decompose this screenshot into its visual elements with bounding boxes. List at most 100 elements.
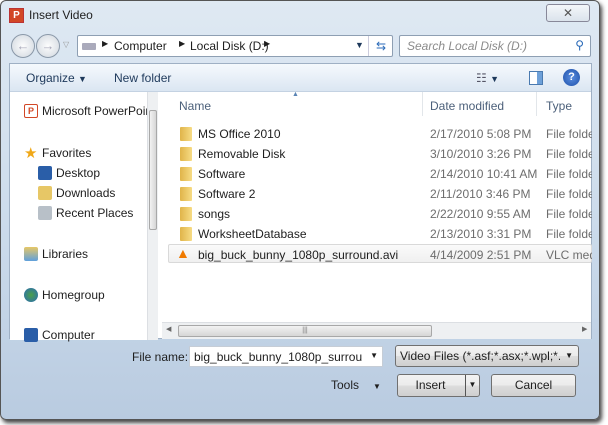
insert-dropdown-arrow[interactable]: ▼ xyxy=(465,375,479,396)
insert-video-dialog: P Insert Video ✕ ← → ▽ ▶ Computer ▶ Loca… xyxy=(0,0,600,420)
file-row[interactable]: MS Office 2010 2/17/2010 5:08 PM File fold… xyxy=(172,124,592,143)
folder-icon xyxy=(180,187,192,201)
file-name-input[interactable]: big_buck_bunny_1080p_surround.avi ▼ xyxy=(189,346,383,367)
address-bar[interactable]: ▶ Computer ▶ Local Disk (D:) ▶ ▼ ⇆ xyxy=(77,35,393,57)
command-bar: Organize ▼ New folder ☷ ▼ ? xyxy=(10,64,591,92)
chevron-right-icon: ▶ xyxy=(102,39,109,48)
refresh-icon[interactable]: ⇆ xyxy=(368,36,393,56)
file-name: big_buck_bunny_1080p_surround.avi xyxy=(198,248,399,262)
file-type-value: Video Files (*.asf;*.asx;*.wpl;*.wm xyxy=(400,349,560,363)
recent-pages-dropdown[interactable]: ▽ xyxy=(63,40,69,49)
file-type: File folder xyxy=(546,147,592,161)
folder-icon xyxy=(180,147,192,161)
file-date: 4/14/2009 2:51 PM xyxy=(430,248,532,262)
scroll-right-arrow[interactable]: ▶ xyxy=(582,325,587,333)
file-name: Removable Disk xyxy=(198,147,286,161)
sort-ascending-icon: ▲ xyxy=(292,91,299,98)
nav-label: Favorites xyxy=(42,146,92,160)
powerpoint-app-icon: P xyxy=(9,8,24,23)
file-date: 3/10/2010 3:26 PM xyxy=(430,147,532,161)
file-type: VLC media file xyxy=(546,248,592,262)
column-header-date[interactable]: Date modified xyxy=(430,99,504,113)
insert-label: Insert xyxy=(415,378,446,392)
horizontal-scrollbar[interactable]: ◀ ||| ▶ xyxy=(162,322,591,339)
homegroup-icon xyxy=(24,288,38,302)
nav-label: Homegroup xyxy=(42,288,105,302)
column-divider[interactable] xyxy=(536,92,537,116)
folder-icon xyxy=(180,167,192,181)
file-name: WorksheetDatabase xyxy=(198,227,307,241)
folder-icon xyxy=(180,227,192,241)
cancel-button[interactable]: Cancel xyxy=(491,374,576,397)
libraries-icon xyxy=(24,247,38,261)
close-button[interactable]: ✕ xyxy=(546,4,590,22)
nav-label: Libraries xyxy=(42,247,89,261)
chevron-right-icon: ▶ xyxy=(264,39,271,48)
folder-icon xyxy=(180,127,192,141)
address-dropdown[interactable]: ▼ xyxy=(355,40,364,50)
tools-button[interactable]: Tools ▼ xyxy=(331,378,381,392)
file-row[interactable]: Software 2/14/2010 10:41 AM File folder xyxy=(172,164,592,183)
file-row[interactable]: Removable Disk 3/10/2010 3:26 PM File fold… xyxy=(172,144,592,163)
window-title: Insert Video xyxy=(29,8,93,22)
downloads-icon xyxy=(38,186,52,200)
chevron-down-icon: ▼ xyxy=(78,74,87,84)
column-header-type[interactable]: Type xyxy=(546,99,592,113)
search-input[interactable]: Search Local Disk (D:) ⚲ xyxy=(399,35,591,57)
file-name: songs xyxy=(198,207,231,221)
file-row[interactable]: Software 2 2/11/2010 3:46 PM File folder xyxy=(172,184,592,203)
file-list: ▲ Name Date modified Type MS Office 2010… xyxy=(162,91,592,322)
help-icon[interactable]: ? xyxy=(563,69,580,86)
tools-label: Tools xyxy=(331,378,360,392)
vlc-cone-icon: ▲ xyxy=(176,245,190,261)
file-name: MS Office 2010 xyxy=(198,127,281,141)
forward-button[interactable]: → xyxy=(36,34,60,58)
powerpoint-icon: P xyxy=(24,104,38,118)
file-row[interactable]: songs 2/22/2010 9:55 AM File folder xyxy=(172,204,592,223)
recent-places-icon xyxy=(38,206,52,220)
scrollbar-thumb[interactable]: ||| xyxy=(178,325,432,337)
file-date: 2/22/2010 9:55 AM xyxy=(430,207,531,221)
view-options-icon[interactable]: ☷ ▼ xyxy=(476,71,499,85)
chevron-down-icon: ▼ xyxy=(373,382,381,391)
file-name: Software xyxy=(198,167,246,181)
browser-pane: Organize ▼ New folder ☷ ▼ ? P Microsoft P… xyxy=(9,63,592,342)
nav-label: Downloads xyxy=(56,186,116,200)
computer-icon xyxy=(24,328,38,342)
nav-label: Computer xyxy=(42,328,95,342)
chevron-down-icon[interactable]: ▼ xyxy=(370,351,378,360)
file-type-select[interactable]: Video Files (*.asf;*.asx;*.wpl;*.wm ▼ xyxy=(395,345,579,367)
file-name-value: big_buck_bunny_1080p_surround.avi xyxy=(194,350,362,364)
scroll-left-arrow[interactable]: ◀ xyxy=(166,325,171,333)
nav-label: Microsoft PowerPoint xyxy=(42,104,147,118)
file-date: 2/11/2010 3:46 PM xyxy=(430,187,531,201)
breadcrumb-local-disk[interactable]: Local Disk (D:) xyxy=(190,39,269,53)
column-header-name[interactable]: Name xyxy=(179,99,211,113)
search-icon[interactable]: ⚲ xyxy=(575,38,584,52)
navigation-pane: P Microsoft PowerPoint ★ Favorites Desktop… xyxy=(10,92,147,342)
file-name: Software 2 xyxy=(198,187,256,201)
file-row[interactable]: WorksheetDatabase 2/13/2010 3:31 PM File f… xyxy=(172,224,592,243)
star-icon: ★ xyxy=(24,145,38,162)
desktop-icon xyxy=(38,166,52,180)
file-date: 2/13/2010 3:31 PM xyxy=(430,227,532,241)
file-type: File folder xyxy=(546,127,592,141)
preview-pane-icon[interactable] xyxy=(529,71,543,85)
scrollbar-thumb[interactable] xyxy=(149,110,157,230)
nav-vertical-scrollbar[interactable] xyxy=(147,92,158,340)
organize-button[interactable]: Organize ▼ xyxy=(26,71,87,85)
drive-icon xyxy=(82,43,96,50)
file-date: 2/17/2010 5:08 PM xyxy=(430,127,532,141)
back-button[interactable]: ← xyxy=(11,34,35,58)
new-folder-button[interactable]: New folder xyxy=(114,71,171,85)
insert-button[interactable]: Insert ▼ xyxy=(397,374,480,397)
folder-icon xyxy=(180,207,192,221)
file-row-selected[interactable]: ▲ big_buck_bunny_1080p_surround.avi 4/14/2… xyxy=(168,244,592,263)
chevron-down-icon: ▼ xyxy=(565,351,573,360)
file-type: File folder xyxy=(546,167,592,181)
column-divider[interactable] xyxy=(422,92,423,116)
file-name-label: File name: xyxy=(132,350,189,364)
organize-label: Organize xyxy=(26,71,75,85)
breadcrumb-computer[interactable]: Computer xyxy=(114,39,167,53)
nav-label: Recent Places xyxy=(56,206,134,220)
